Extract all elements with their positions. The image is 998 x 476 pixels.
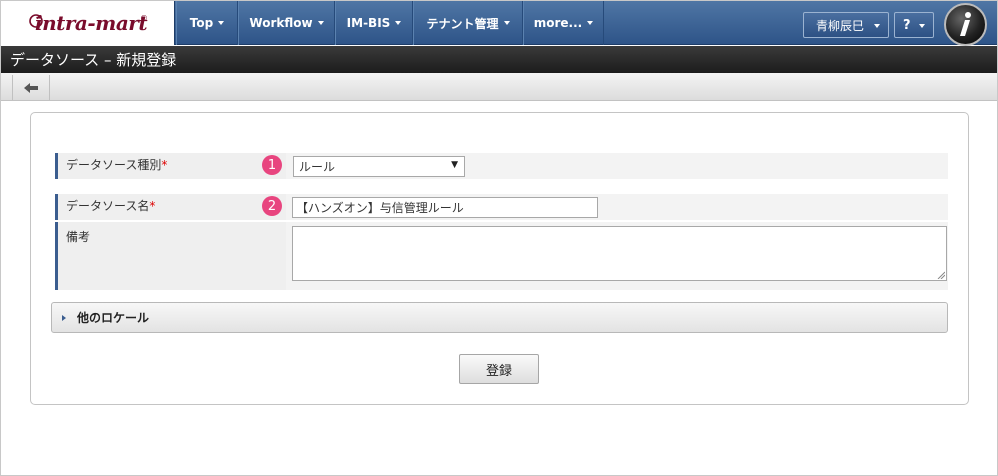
nav-item-top[interactable]: Top	[176, 1, 238, 45]
name-input-value: 【ハンズオン】与信管理ルール	[296, 201, 464, 215]
page-title-bar: データソース – 新規登録	[1, 46, 997, 73]
chevron-down-icon	[503, 21, 510, 25]
nav-item-label: IM-BIS	[346, 16, 391, 30]
note-label: 備考	[66, 230, 91, 244]
chevron-down-icon	[218, 21, 225, 25]
name-input[interactable]: 【ハンズオン】与信管理ルール	[292, 197, 598, 218]
info-i-icon	[960, 12, 971, 36]
resize-handle-icon[interactable]	[937, 271, 945, 279]
page-title: データソース – 新規登録	[10, 51, 177, 69]
note-textarea[interactable]	[292, 226, 947, 281]
user-menu-button[interactable]: 青柳辰巳	[803, 12, 889, 38]
nav-item-more[interactable]: more...	[523, 1, 604, 45]
help-label: ?	[903, 17, 911, 33]
chevron-down-icon	[874, 24, 880, 28]
type-select-value: ルール	[299, 160, 336, 174]
step-marker-1: 1	[262, 155, 282, 175]
note-label-cell: 備考	[55, 222, 286, 290]
logo-registered-mark: ®	[140, 14, 148, 23]
chevron-down-icon	[587, 21, 594, 25]
nav-item-label: テナント管理	[426, 16, 499, 31]
dropdown-arrow-icon: ▼	[451, 160, 458, 170]
help-menu-button[interactable]: ?	[894, 12, 934, 38]
register-button-label: 登録	[485, 363, 512, 379]
user-name: 青柳辰巳	[816, 18, 865, 33]
nav-item-workflow[interactable]: Workflow	[238, 1, 335, 45]
nav-item-label: Workflow	[249, 16, 313, 30]
type-select[interactable]: ルール ▼	[293, 156, 465, 177]
required-mark: *	[161, 158, 168, 172]
logo-text: intra-mart	[35, 11, 148, 35]
back-button[interactable]	[12, 75, 50, 100]
other-locale-toggle[interactable]: 他のロケール	[51, 302, 948, 333]
chevron-down-icon	[317, 21, 324, 25]
form-row-type: データソース種別*	[55, 153, 948, 179]
type-label: データソース種別	[66, 158, 162, 172]
chevron-down-icon	[395, 21, 402, 25]
form-panel: データソース種別* 1 ルール ▼ データソース名* 2 【ハンズオン】与信管理…	[30, 112, 969, 405]
nav-item-label: more...	[533, 16, 583, 30]
logo-mark-icon	[29, 14, 43, 28]
name-label: データソース名	[66, 199, 150, 213]
intra-mart-logo[interactable]: intra-mart ®	[1, 1, 175, 45]
nav-item-label: Top	[189, 16, 214, 30]
toolbar	[1, 73, 997, 101]
caret-right-icon	[62, 314, 66, 321]
nav-item-tenant-admin[interactable]: テナント管理	[413, 1, 523, 45]
nav-item-im-bis[interactable]: IM-BIS	[335, 1, 413, 45]
avatar[interactable]	[944, 3, 987, 46]
type-label-cell: データソース種別*	[55, 153, 286, 179]
register-button[interactable]: 登録	[459, 354, 539, 384]
name-label-cell: データソース名*	[55, 194, 286, 220]
top-nav: intra-mart ® Top Workflow IM-BIS テナント管理 …	[1, 1, 997, 46]
step-marker-2: 2	[262, 196, 282, 216]
chevron-down-icon	[919, 24, 925, 28]
other-locale-label: 他のロケール	[77, 311, 150, 325]
required-mark: *	[149, 199, 156, 213]
arrow-left-icon	[24, 82, 38, 93]
